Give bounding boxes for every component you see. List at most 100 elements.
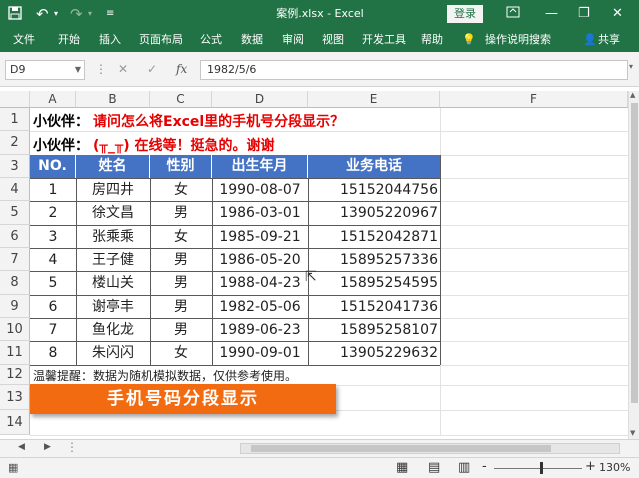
- cell-birth[interactable]: 1990-09-01: [212, 342, 308, 365]
- chevron-down-icon[interactable]: ▼: [75, 61, 81, 79]
- cell-phone[interactable]: 15152041736: [308, 296, 438, 318]
- save-icon[interactable]: [8, 6, 22, 25]
- zoom-slider-thumb[interactable]: [540, 462, 543, 474]
- row-header-6[interactable]: 6: [0, 225, 30, 248]
- cell-no[interactable]: 8: [30, 342, 76, 365]
- row-header-11[interactable]: 11: [0, 341, 30, 365]
- customize-toolbar-icon[interactable]: ≡: [106, 6, 114, 22]
- row-header-5[interactable]: 5: [0, 201, 30, 225]
- undo-icon[interactable]: ↶: [36, 6, 49, 22]
- column-header-a[interactable]: A: [30, 91, 76, 108]
- redo-dropdown-icon[interactable]: ▾: [88, 6, 92, 22]
- column-header-d[interactable]: D: [212, 91, 308, 108]
- table-header-gender[interactable]: 性别: [150, 155, 212, 178]
- cell-phone[interactable]: 15895257336: [308, 249, 438, 271]
- zoom-out-button[interactable]: -: [482, 459, 487, 474]
- cell-name[interactable]: 徐文昌: [76, 202, 150, 225]
- zoom-in-button[interactable]: +: [585, 459, 596, 474]
- vertical-scrollbar[interactable]: ▲ ▼: [628, 91, 639, 441]
- row-header-3[interactable]: 3: [0, 155, 30, 178]
- cell-name[interactable]: 楼山关: [76, 272, 150, 295]
- cell-gender[interactable]: 女: [150, 226, 212, 248]
- row-header-4[interactable]: 4: [0, 178, 30, 201]
- formula-input[interactable]: 1982/5/6: [200, 60, 628, 80]
- share-button[interactable]: 共享: [598, 33, 620, 47]
- row-header-10[interactable]: 10: [0, 318, 30, 341]
- cell-no[interactable]: 2: [30, 202, 76, 225]
- cell-no[interactable]: 3: [30, 226, 76, 248]
- table-header-no[interactable]: NO.: [30, 155, 76, 178]
- more-options-icon[interactable]: ⋮: [95, 62, 107, 76]
- ribbon-display-options-icon[interactable]: [506, 5, 520, 24]
- cell-no[interactable]: 7: [30, 319, 76, 341]
- cell-gender[interactable]: 男: [150, 272, 212, 295]
- row-header-8[interactable]: 8: [0, 271, 30, 295]
- row-header-12[interactable]: 12: [0, 365, 30, 385]
- cell-gender[interactable]: 男: [150, 202, 212, 225]
- cell-phone[interactable]: 13905229632: [308, 342, 438, 365]
- minimize-icon[interactable]: —: [545, 6, 558, 22]
- row-header-14[interactable]: 14: [0, 410, 30, 435]
- cell-no[interactable]: 1: [30, 179, 76, 201]
- close-icon[interactable]: ✕: [612, 6, 623, 22]
- cell-no[interactable]: 5: [30, 272, 76, 295]
- cell-birth[interactable]: 1985-09-21: [212, 226, 308, 248]
- tell-me-search[interactable]: 操作说明搜索: [485, 33, 551, 47]
- cell-name[interactable]: 朱闪闪: [76, 342, 150, 365]
- tab-page-layout[interactable]: 页面布局: [139, 33, 183, 47]
- page-layout-view-icon[interactable]: ▤: [428, 460, 440, 475]
- cell-phone[interactable]: 15895258107: [308, 319, 438, 341]
- horizontal-scrollbar[interactable]: [240, 443, 620, 454]
- restore-icon[interactable]: ❐: [578, 6, 590, 22]
- row-header-13[interactable]: 13: [0, 385, 30, 410]
- column-header-e[interactable]: E: [308, 91, 440, 108]
- scroll-down-icon[interactable]: ▼: [630, 429, 635, 437]
- cell-gender[interactable]: 女: [150, 179, 212, 201]
- next-sheet-icon[interactable]: ▶: [44, 442, 51, 452]
- cell-name[interactable]: 房四井: [76, 179, 150, 201]
- cell-gender[interactable]: 男: [150, 319, 212, 341]
- cell-birth[interactable]: 1988-04-23: [212, 272, 308, 295]
- cell-gender[interactable]: 男: [150, 296, 212, 318]
- cell-birth[interactable]: 1986-03-01: [212, 202, 308, 225]
- cell-birth[interactable]: 1990-08-07: [212, 179, 308, 201]
- login-button[interactable]: 登录: [447, 5, 483, 23]
- column-header-c[interactable]: C: [150, 91, 212, 108]
- tab-data[interactable]: 数据: [241, 33, 263, 47]
- row-header-2[interactable]: 2: [0, 131, 30, 155]
- tab-help[interactable]: 帮助: [421, 33, 443, 47]
- table-header-name[interactable]: 姓名: [76, 155, 150, 178]
- more-sheets-icon[interactable]: ⋮: [66, 440, 78, 454]
- cell-gender[interactable]: 男: [150, 249, 212, 271]
- cell-birth[interactable]: 1982-05-06: [212, 296, 308, 318]
- cell-gender[interactable]: 女: [150, 342, 212, 365]
- scrollbar-thumb[interactable]: [631, 103, 638, 403]
- insert-function-icon[interactable]: fx: [176, 62, 187, 76]
- table-header-birth[interactable]: 出生年月: [212, 155, 308, 178]
- normal-view-icon[interactable]: ▦: [396, 460, 408, 475]
- tab-home[interactable]: 开始: [58, 33, 80, 47]
- column-header-b[interactable]: B: [76, 91, 150, 108]
- cancel-icon[interactable]: ✕: [118, 62, 128, 76]
- cell-name[interactable]: 王子健: [76, 249, 150, 271]
- cell-phone[interactable]: 15895254595: [308, 272, 438, 295]
- cell-phone[interactable]: 15152044756: [308, 179, 438, 201]
- cell-name[interactable]: 谢亭丰: [76, 296, 150, 318]
- row-header-7[interactable]: 7: [0, 248, 30, 271]
- tab-developer[interactable]: 开发工具: [362, 33, 406, 47]
- expand-formula-bar-icon[interactable]: ▾: [629, 60, 633, 74]
- cell-name[interactable]: 鱼化龙: [76, 319, 150, 341]
- scroll-up-icon[interactable]: ▲: [630, 91, 635, 99]
- tab-file[interactable]: 文件: [13, 33, 35, 47]
- cell-phone[interactable]: 13905220967: [308, 202, 438, 225]
- name-box[interactable]: D9 ▼: [5, 60, 85, 80]
- horizontal-scrollbar-thumb[interactable]: [251, 445, 551, 452]
- zoom-level[interactable]: 130%: [599, 461, 630, 474]
- zoom-slider[interactable]: [494, 468, 582, 469]
- page-break-view-icon[interactable]: ▥: [458, 460, 470, 475]
- cell-phone[interactable]: 15152042871: [308, 226, 438, 248]
- tab-review[interactable]: 审阅: [282, 33, 304, 47]
- enter-icon[interactable]: ✓: [147, 62, 157, 76]
- cell-birth[interactable]: 1989-06-23: [212, 319, 308, 341]
- prev-sheet-icon[interactable]: ◀: [18, 442, 25, 452]
